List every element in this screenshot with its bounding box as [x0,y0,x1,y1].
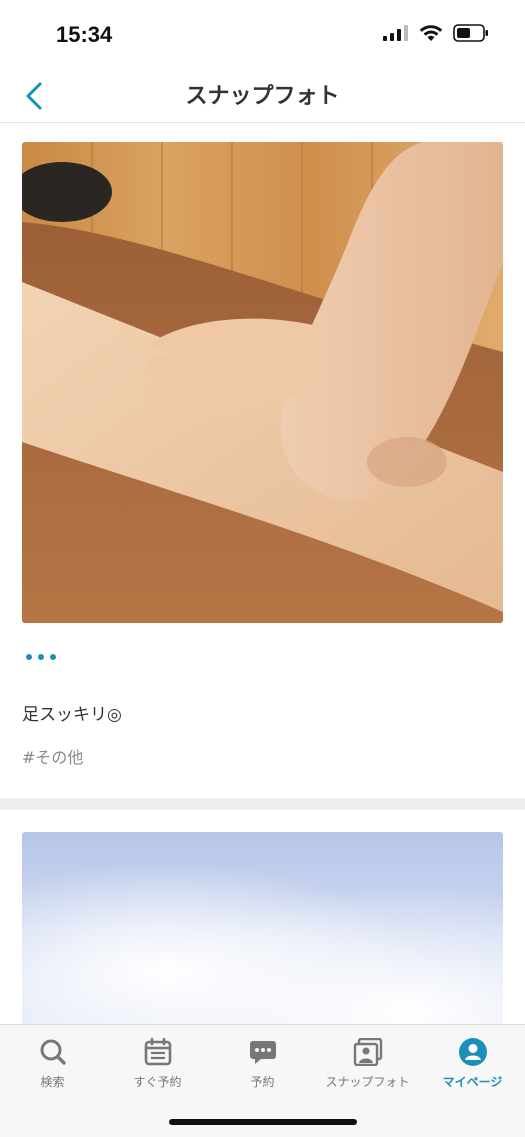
tab-label: 予約 [250,1075,275,1089]
more-options-button[interactable] [26,646,66,668]
profile-icon [458,1037,488,1067]
tab-label: すぐ予約 [133,1075,182,1089]
post-caption: 足スッキリ◎ [22,705,122,725]
tab-search[interactable]: 検索 [0,1037,105,1090]
calendar-icon [143,1037,173,1067]
snap-photo[interactable] [22,142,503,623]
tab-my-page[interactable]: マイページ [420,1037,525,1090]
bottom-tab-bar: 検索 すぐ予約 予約 スナップフォト マイページ [0,1024,525,1137]
snap-photo-next[interactable] [22,832,503,1032]
snap-photo-image [22,142,503,623]
tab-label: 検索 [40,1075,65,1089]
tab-label: スナップフォト [325,1075,410,1089]
tab-instant-booking[interactable]: すぐ予約 [105,1037,210,1090]
more-dot-icon [38,654,44,660]
page-title: スナップフォト [185,84,340,109]
more-dot-icon [26,654,32,660]
status-bar: 15:34 [0,0,525,70]
photo-icon [353,1037,383,1067]
navigation-bar: スナップフォト [0,70,525,123]
cellular-signal-icon [383,25,408,41]
status-time: 15:34 [56,22,113,47]
tab-label: マイページ [442,1075,503,1089]
wifi-icon [419,25,443,41]
more-dot-icon [50,654,56,660]
home-indicator [169,1119,357,1125]
post-hashtag[interactable]: #その他 [22,744,83,768]
tab-snap-photo[interactable]: スナップフォト [315,1037,420,1090]
status-icons [383,24,489,42]
search-icon [38,1037,68,1067]
tab-reservations[interactable]: 予約 [210,1037,315,1090]
section-divider [0,798,525,810]
chat-icon [248,1037,278,1067]
battery-icon [453,24,488,42]
